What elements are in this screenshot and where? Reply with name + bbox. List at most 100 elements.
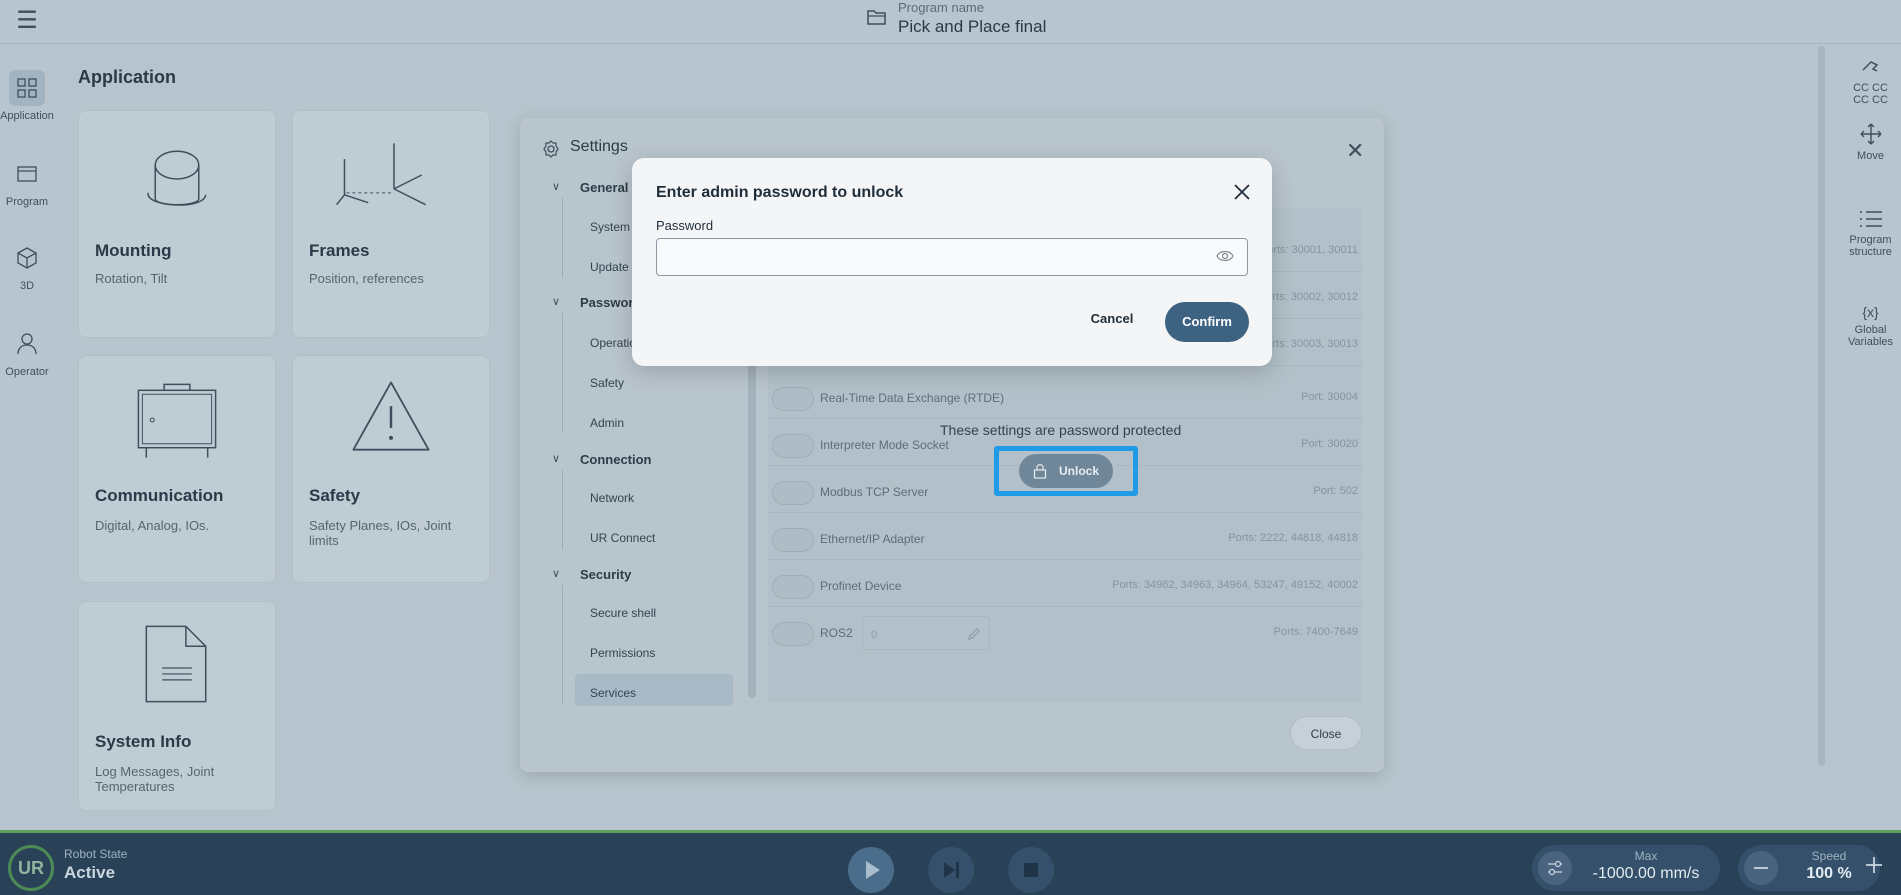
tree-group-connection[interactable]: Connection xyxy=(580,452,652,467)
settings-close-button[interactable]: Close xyxy=(1290,716,1362,750)
tree-item-services[interactable]: Services xyxy=(590,686,636,700)
tree-group-security[interactable]: Security xyxy=(580,567,631,582)
card-mounting-title: Mounting xyxy=(95,241,172,260)
confirm-button[interactable]: Confirm xyxy=(1165,302,1249,342)
service-name: Ethernet/IP Adapter xyxy=(820,532,925,546)
card-frames[interactable]: Frames Position, references xyxy=(292,110,490,338)
max-speed-control[interactable]: Max -1000.00 mm/s xyxy=(1532,845,1720,891)
tree-item-system[interactable]: System xyxy=(590,220,630,234)
admin-password-dialog: Enter admin password to unlock Password … xyxy=(632,158,1272,366)
card-system-info-subtitle: Log Messages, Joint Temperatures xyxy=(95,764,215,794)
robot-state-value[interactable]: Active xyxy=(64,863,115,883)
nav-application[interactable]: Application xyxy=(0,70,54,122)
nav-program-structure-label-1: Program xyxy=(1849,234,1892,246)
service-toggle[interactable] xyxy=(772,387,814,411)
service-name: Modbus TCP Server xyxy=(820,485,929,499)
stop-button[interactable] xyxy=(1008,847,1054,893)
card-mounting[interactable]: Mounting Rotation, Tilt xyxy=(78,110,276,338)
move-arrows-icon xyxy=(1860,123,1881,145)
service-name: Real-Time Data Exchange (RTDE) xyxy=(820,391,1005,405)
tree-item-secure-shell[interactable]: Secure shell xyxy=(590,606,656,620)
card-communication[interactable]: Communication Digital, Analog, IOs. xyxy=(78,355,276,583)
service-row: Ethernet/IP Adapter Ports: 2222, 44818, … xyxy=(768,520,1362,560)
play-button[interactable] xyxy=(848,847,894,893)
card-communication-subtitle: Digital, Analog, IOs. xyxy=(95,518,210,533)
document-icon xyxy=(145,625,207,703)
nav-3d-label: 3D xyxy=(19,280,35,292)
nav-application-label: Application xyxy=(0,110,54,122)
service-port: Port: 502 xyxy=(1313,485,1358,497)
nav-3d[interactable]: 3D xyxy=(0,240,54,292)
nav-global-variables-label-2: Variables xyxy=(1847,336,1894,348)
nav-operator[interactable]: Operator xyxy=(0,326,54,378)
program-name[interactable]: Pick and Place final xyxy=(898,17,1046,37)
tree-item-safety[interactable]: Safety xyxy=(590,376,624,390)
ros2-domain-input[interactable]: 0 xyxy=(862,616,990,650)
pencil-icon xyxy=(968,628,980,640)
service-port: Port: 30020 xyxy=(1301,438,1358,450)
tree-item-network[interactable]: Network xyxy=(590,491,634,505)
plus-icon[interactable] xyxy=(1862,853,1886,877)
settings-title: Settings xyxy=(570,138,628,155)
tree-item-admin[interactable]: Admin xyxy=(590,416,624,430)
nav-program-label: Program xyxy=(5,196,49,208)
service-row: Profinet Device Ports: 34962, 34963, 349… xyxy=(768,567,1362,607)
stop-icon xyxy=(1024,863,1038,877)
main-scrollbar[interactable] xyxy=(1818,46,1825,766)
max-speed-label: Max xyxy=(1634,849,1658,863)
card-system-info[interactable]: System Info Log Messages, Joint Temperat… xyxy=(78,601,276,811)
unlock-button[interactable]: Unlock xyxy=(1019,454,1113,488)
cancel-button[interactable]: Cancel xyxy=(1080,302,1144,336)
service-toggle[interactable] xyxy=(772,528,814,552)
service-name: Profinet Device xyxy=(820,579,902,593)
service-row: ROS2 0 Ports: 7400-7649 xyxy=(768,614,1362,654)
skip-forward-icon xyxy=(944,862,959,878)
nav-move[interactable]: Move xyxy=(1840,122,1901,162)
cube-icon xyxy=(17,247,37,269)
frames-icon xyxy=(335,143,426,206)
eye-icon[interactable] xyxy=(1216,249,1234,263)
variables-icon: {x} xyxy=(1862,304,1879,320)
chevron-down-icon[interactable]: ∨ xyxy=(552,567,560,580)
chevron-down-icon[interactable]: ∨ xyxy=(552,180,560,193)
robot-state-label: Robot State xyxy=(64,847,128,861)
service-toggle[interactable] xyxy=(772,434,814,458)
chevron-down-icon[interactable]: ∨ xyxy=(552,452,560,465)
service-toggle[interactable] xyxy=(772,622,814,646)
tree-item-permissions[interactable]: Permissions xyxy=(590,646,655,660)
tree-item-update[interactable]: Update xyxy=(590,260,629,274)
speed-control[interactable]: Speed 100 % xyxy=(1738,845,1880,891)
card-frames-subtitle: Position, references xyxy=(309,271,424,286)
card-mounting-subtitle: Rotation, Tilt xyxy=(95,271,168,286)
tcp-selector[interactable]: CC CC CC CC xyxy=(1840,56,1901,106)
tree-item-ur-connect[interactable]: UR Connect xyxy=(590,531,655,545)
service-port: Ports: 2222, 44818, 44818 xyxy=(1228,532,1358,544)
nav-global-variables-label-1: Global xyxy=(1854,324,1887,336)
communication-box-icon xyxy=(137,383,217,458)
max-speed-value: -1000.00 mm/s xyxy=(1592,865,1700,882)
password-input[interactable] xyxy=(656,238,1248,276)
settings-close-icon[interactable]: ✕ xyxy=(1346,138,1364,164)
nav-global-variables[interactable]: {x} Global Variables xyxy=(1840,304,1901,348)
step-button[interactable] xyxy=(928,847,974,893)
chevron-down-icon[interactable]: ∨ xyxy=(552,295,560,308)
ur-logo: UR xyxy=(8,845,54,891)
service-toggle[interactable] xyxy=(772,481,814,505)
nav-program[interactable]: Program xyxy=(0,156,54,208)
service-port: Ports: 34962, 34963, 34964, 53247, 49152… xyxy=(1112,579,1358,591)
service-row: Real-Time Data Exchange (RTDE) Port: 300… xyxy=(768,379,1362,419)
card-safety[interactable]: Safety Safety Planes, IOs, Joint limits xyxy=(292,355,490,583)
service-port: Port: 30004 xyxy=(1301,391,1358,403)
nav-program-structure[interactable]: Program structure xyxy=(1840,208,1901,258)
card-system-info-title: System Info xyxy=(95,732,192,751)
left-sidebar: Application Program 3D Operator xyxy=(0,44,60,830)
grid-icon xyxy=(9,70,45,106)
close-icon[interactable] xyxy=(1228,178,1256,206)
tree-group-general[interactable]: General xyxy=(580,180,628,195)
hamburger-menu-icon[interactable]: ☰ xyxy=(14,8,40,34)
speed-label: Speed xyxy=(1811,849,1847,863)
program-name-label: Program name xyxy=(898,0,984,15)
password-field-label: Password xyxy=(656,218,714,233)
top-bar: ☰ Program name Pick and Place final xyxy=(0,0,1901,44)
service-toggle[interactable] xyxy=(772,575,814,599)
